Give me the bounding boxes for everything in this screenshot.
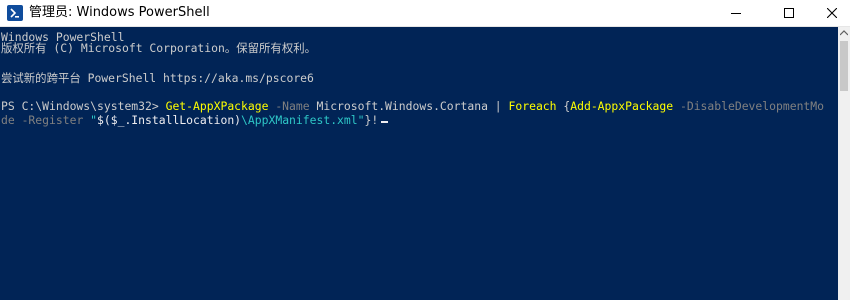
manifest-path-string: \AppXManifest.xml (241, 113, 358, 127)
cmdlet-foreach: Foreach (508, 99, 557, 113)
scrollbar-thumb[interactable] (840, 41, 848, 91)
subexpression-open: $( (97, 113, 111, 127)
scroll-up-button[interactable] (838, 27, 850, 39)
cmdlet-get-appxpackage: Get-AppXPackage (165, 99, 269, 113)
pipeline-variable: $_ (110, 113, 125, 127)
close-icon (827, 8, 837, 18)
parameter-disable-development-mode-cont: de (1, 113, 15, 127)
powershell-icon (7, 5, 23, 21)
prompt-text: PS C:\Windows\system32> (1, 99, 166, 113)
maximize-button[interactable] (766, 0, 812, 26)
brace-open: { (556, 99, 571, 113)
string-quote-close: " (357, 113, 365, 127)
text-cursor (381, 121, 389, 123)
console-copyright-line: 版权所有 (C) Microsoft Corporation。保留所有权利。 (1, 41, 316, 55)
string-quote-open: " (83, 113, 98, 127)
bang-char: ! (371, 113, 379, 127)
cmdlet-add-appxpackage: Add-AppxPackage (570, 99, 674, 113)
powershell-window: 管理员: Windows PowerShell Windows PowerShe… (0, 0, 850, 300)
parameter-register: -Register (14, 113, 84, 127)
vertical-scrollbar[interactable] (838, 27, 850, 300)
command-line: PS C:\Windows\system32> Get-AppXPackage … (1, 99, 824, 113)
parameter-disable-development-mode: -DisableDevelopmentMo (673, 99, 824, 113)
console-output[interactable]: Windows PowerShell 版权所有 (C) Microsoft Co… (0, 27, 838, 300)
command-line-continued: de -Register "$($_.InstallLocation)\AppX… (1, 113, 389, 127)
chevron-up-icon (840, 30, 848, 36)
parameter-name: -Name (268, 99, 310, 113)
install-location-property: .InstallLocation) (124, 113, 242, 127)
maximize-icon (784, 8, 794, 18)
minimize-button[interactable] (713, 0, 759, 26)
pipe-operator: | (487, 99, 509, 113)
minimize-icon (731, 13, 741, 14)
window-title: 管理员: Windows PowerShell (29, 5, 210, 20)
argument-package-name: Microsoft.Windows.Cortana (309, 99, 488, 113)
close-button[interactable] (809, 0, 850, 26)
title-bar[interactable]: 管理员: Windows PowerShell (0, 0, 850, 27)
console-hint-line: 尝试新的跨平台 PowerShell https://aka.ms/pscore… (1, 71, 314, 85)
